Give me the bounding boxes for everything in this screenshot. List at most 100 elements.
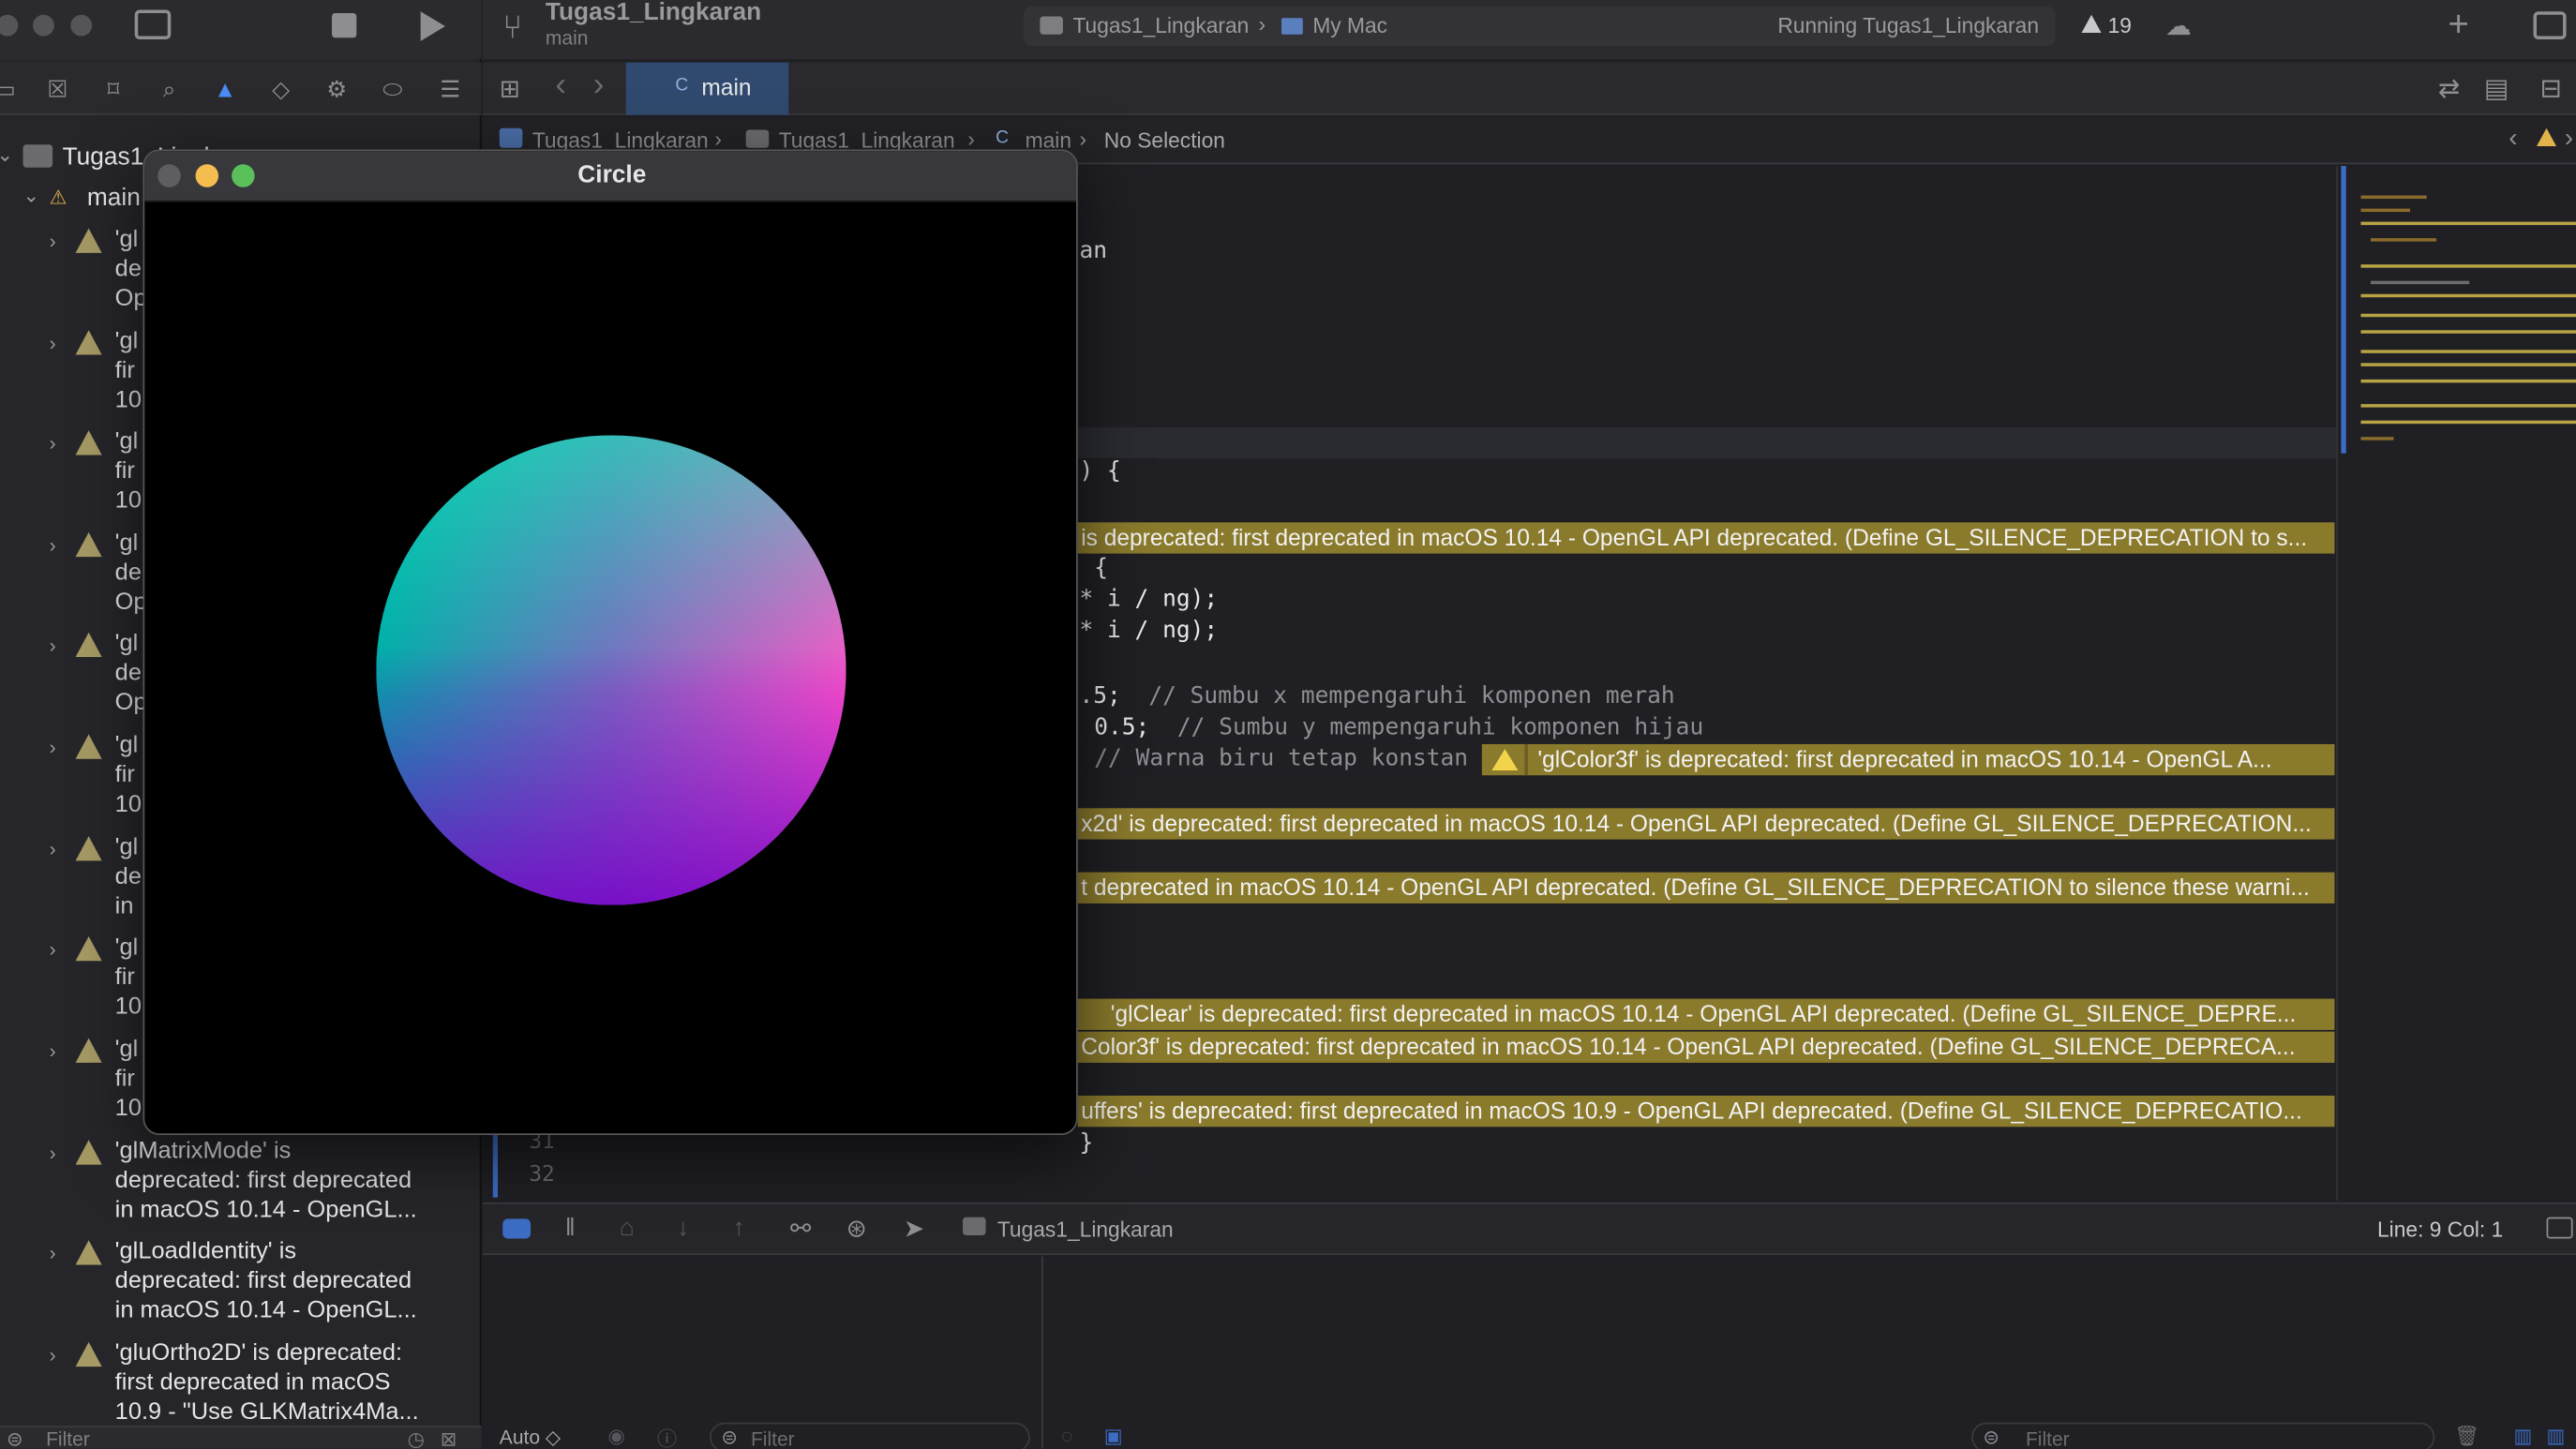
toggle-debug-area-icon[interactable] bbox=[502, 1218, 532, 1239]
step-into-icon[interactable]: ↓ bbox=[677, 1214, 689, 1242]
back-icon[interactable]: ‹ bbox=[555, 67, 566, 105]
inline-warning[interactable]: is deprecated: first deprecated in macOS… bbox=[1077, 522, 2335, 554]
forward-icon[interactable]: › bbox=[593, 67, 605, 105]
maximize-button[interactable] bbox=[232, 164, 255, 187]
info-icon[interactable]: ⓘ bbox=[657, 1425, 677, 1449]
inline-warning-row: // Warna biru tetap konstan 'glColor3f' … bbox=[1077, 743, 2335, 776]
minimap[interactable] bbox=[2336, 166, 2576, 1202]
debug-target[interactable]: Tugas1_Lingkaran bbox=[997, 1217, 1174, 1242]
warning-count[interactable]: 19 bbox=[2108, 13, 2132, 37]
navigator-filter-input[interactable]: Filter bbox=[46, 1427, 90, 1449]
minimize-window-button[interactable] bbox=[33, 14, 54, 37]
inline-warning[interactable]: t deprecated in macOS 10.14 - OpenGL API… bbox=[1077, 872, 2335, 904]
close-window-button[interactable] bbox=[0, 14, 19, 37]
add-icon[interactable]: + bbox=[2448, 4, 2469, 47]
step-over-icon[interactable]: ⌂ bbox=[620, 1214, 635, 1242]
pause-icon[interactable]: ‖ bbox=[565, 1214, 576, 1242]
trash-icon[interactable]: 🗑 bbox=[2454, 1425, 2479, 1448]
chevron-right-icon[interactable]: › bbox=[50, 834, 56, 864]
bookmark-icon[interactable]: ⌑ bbox=[98, 74, 128, 104]
editor-options-icon[interactable]: ▤ bbox=[2484, 72, 2509, 105]
breakpoint-icon[interactable]: ⬭ bbox=[378, 74, 408, 104]
destination-selector[interactable]: My Mac bbox=[1312, 13, 1387, 37]
debug-icon[interactable]: ⚙ bbox=[322, 74, 352, 104]
inline-warning[interactable]: Color3f' is deprecated: first deprecated… bbox=[1077, 1031, 2335, 1063]
circle-app-window[interactable]: Circle bbox=[142, 149, 1078, 1136]
chevron-right-icon[interactable]: › bbox=[50, 1340, 56, 1370]
console-layout-icon[interactable]: ▥ bbox=[2547, 1425, 2566, 1448]
chevron-right-icon[interactable]: › bbox=[50, 934, 56, 964]
panel-toggle-icon[interactable] bbox=[2546, 1217, 2573, 1239]
inspector-toggle-icon[interactable] bbox=[2533, 11, 2567, 40]
breadcrumb-selection[interactable]: No Selection bbox=[1104, 128, 1225, 153]
issue-navigator-icon[interactable]: ▲ bbox=[210, 74, 240, 104]
inline-warning[interactable]: 'glColor3f' is deprecated: first depreca… bbox=[1481, 743, 2335, 776]
code-comment: // Sumbu y mempengaruhi komponen hijau bbox=[1176, 714, 1704, 741]
report-icon[interactable]: ☰ bbox=[435, 74, 465, 104]
console-view[interactable]: ◌ ▣ ⊜ Filter 🗑 ▥ ▥ bbox=[1044, 1256, 2576, 1449]
run-icon[interactable] bbox=[420, 11, 445, 41]
chevron-right-icon[interactable]: › bbox=[50, 733, 56, 763]
close-button[interactable] bbox=[157, 164, 181, 187]
chevron-down-icon: ⌄ bbox=[0, 142, 13, 166]
warning-icon[interactable] bbox=[2537, 127, 2557, 146]
test-icon[interactable]: ◇ bbox=[266, 74, 296, 104]
split-editor-icon[interactable]: ⊟ bbox=[2540, 72, 2562, 105]
issue-item[interactable]: › 'gluOrtho2D' is deprecated: first depre… bbox=[50, 1338, 477, 1426]
grid-icon[interactable]: ⊞ bbox=[500, 74, 520, 104]
chevron-right-icon[interactable]: › bbox=[50, 1139, 56, 1169]
variables-filter-input[interactable]: Filter bbox=[751, 1427, 795, 1449]
chevron-right-icon[interactable]: › bbox=[50, 530, 56, 560]
inline-warning[interactable]: uffers' is deprecated: first deprecated … bbox=[1077, 1095, 2335, 1128]
location-icon[interactable]: ➤ bbox=[904, 1214, 924, 1244]
output-icon[interactable]: ▣ bbox=[1104, 1425, 1123, 1448]
step-out-icon[interactable]: ↑ bbox=[733, 1214, 745, 1242]
chevron-right-icon[interactable]: › bbox=[50, 329, 56, 359]
trash-icon[interactable]: ◌ bbox=[1061, 1425, 1073, 1448]
code-line: * i / ng); bbox=[1079, 617, 1219, 645]
window-titlebar[interactable]: Circle bbox=[144, 151, 1076, 202]
find-icon[interactable]: ⌕ bbox=[155, 74, 185, 104]
auto-variables-selector[interactable]: Auto ◇ bbox=[500, 1426, 561, 1449]
app-icon bbox=[963, 1217, 986, 1235]
c-file-icon: C bbox=[675, 75, 689, 96]
issue-item[interactable]: › 'glLoadIdentity' is deprecated: first d… bbox=[50, 1237, 477, 1329]
stop-icon[interactable] bbox=[332, 13, 357, 38]
branch-name: main bbox=[545, 26, 589, 50]
chevron-right-icon[interactable]: › bbox=[50, 428, 56, 458]
folder-icon[interactable]: ▭ bbox=[0, 74, 20, 104]
code-text: 0.5; bbox=[1094, 714, 1150, 741]
chevron-right-icon[interactable]: › bbox=[50, 1238, 56, 1268]
project-title: Tugas1_Lingkaran bbox=[545, 0, 762, 27]
chevron-right-icon[interactable]: › bbox=[50, 631, 56, 661]
line-number: 32 bbox=[529, 1162, 555, 1188]
split-view-icon[interactable]: ▥ bbox=[2513, 1425, 2532, 1448]
source-control-icon[interactable]: ☒ bbox=[43, 74, 73, 104]
zoom-window-button[interactable] bbox=[70, 14, 93, 37]
swap-icon[interactable]: ⇄ bbox=[2438, 72, 2460, 105]
cursor-position: Line: 9 Col: 1 bbox=[2377, 1217, 2504, 1242]
inline-warning[interactable]: 'glClear' is deprecated: first deprecate… bbox=[1077, 998, 2335, 1030]
next-issue-icon[interactable]: › bbox=[2565, 125, 2573, 155]
sidebar-toggle-icon[interactable] bbox=[134, 9, 172, 40]
chevron-right-icon[interactable]: › bbox=[50, 1037, 56, 1067]
previous-issue-icon[interactable]: ‹ bbox=[2509, 125, 2517, 155]
clock-icon[interactable]: ◷ bbox=[408, 1427, 425, 1449]
cloud-icon[interactable]: ☁ bbox=[2165, 10, 2192, 43]
debug-bar: ‖ ⌂ ↓ ↑ ⚯ ⊛ ➤ Tugas1_Lingkaran Line: 9 C… bbox=[483, 1202, 2576, 1255]
scheme-selector[interactable]: Tugas1_Lingkaran bbox=[1072, 13, 1249, 37]
code-text: .5; bbox=[1079, 683, 1121, 710]
tab-main[interactable]: C main bbox=[625, 62, 789, 115]
warning-message: Color3f' is deprecated: first deprecated… bbox=[1081, 1033, 2296, 1060]
console-filter-input[interactable]: Filter bbox=[2026, 1427, 2070, 1449]
memory-graph-icon[interactable]: ⊛ bbox=[846, 1214, 867, 1244]
warning-filter-icon[interactable]: ⊠ bbox=[441, 1427, 457, 1449]
inline-warning[interactable]: x2d' is deprecated: first deprecated in … bbox=[1077, 808, 2335, 840]
minimize-button[interactable] bbox=[195, 164, 219, 187]
code-line: 0.5; // Sumbu y mempengaruhi komponen hi… bbox=[1094, 714, 1703, 740]
chevron-right-icon[interactable]: › bbox=[50, 227, 56, 257]
eye-icon[interactable]: ◉ bbox=[607, 1425, 624, 1448]
view-hierarchy-icon[interactable]: ⚯ bbox=[790, 1214, 811, 1244]
folder-icon bbox=[745, 129, 770, 148]
issue-item[interactable]: › 'glMatrixMode' is deprecated: first dep… bbox=[50, 1137, 477, 1229]
